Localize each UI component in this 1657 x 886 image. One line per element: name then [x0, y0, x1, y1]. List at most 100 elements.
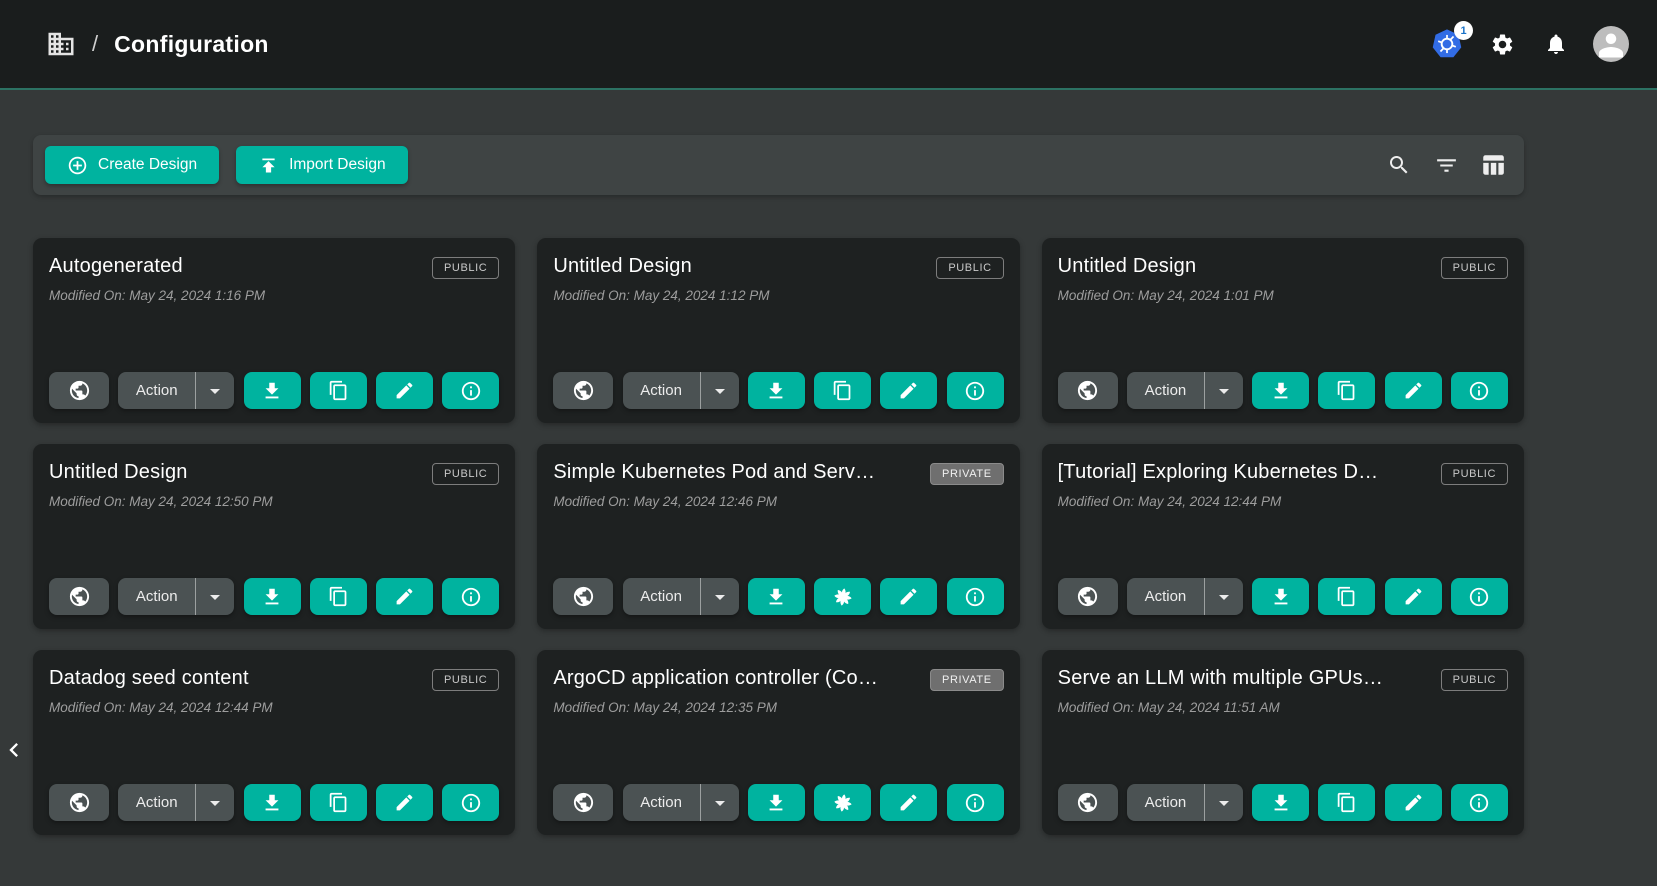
edit-button[interactable] — [376, 372, 433, 409]
fourth-action-button[interactable] — [310, 372, 367, 409]
visibility-badge[interactable]: PUBLIC — [432, 257, 499, 279]
edit-button[interactable] — [880, 372, 937, 409]
visibility-badge[interactable]: PUBLIC — [432, 463, 499, 485]
fourth-action-button[interactable] — [1318, 578, 1375, 615]
edit-button[interactable] — [1385, 372, 1442, 409]
download-button[interactable] — [1252, 578, 1309, 615]
info-icon — [964, 586, 986, 608]
visibility-globe-button[interactable] — [1058, 372, 1118, 409]
action-dropdown-toggle[interactable] — [1205, 372, 1243, 409]
info-button[interactable] — [442, 784, 499, 821]
download-button[interactable] — [1252, 372, 1309, 409]
edit-button[interactable] — [880, 578, 937, 615]
visibility-globe-button[interactable] — [1058, 784, 1118, 821]
action-dropdown-toggle[interactable] — [196, 372, 234, 409]
action-button[interactable]: Action — [623, 372, 700, 409]
action-button[interactable]: Action — [118, 784, 195, 821]
action-button[interactable]: Action — [1127, 784, 1204, 821]
visibility-badge[interactable]: PUBLIC — [432, 669, 499, 691]
action-button[interactable]: Action — [623, 578, 700, 615]
design-title: Untitled Design — [1058, 255, 1197, 278]
design-card: ArgoCD application controller (Co… PRIVA… — [537, 650, 1019, 835]
fourth-action-button[interactable] — [310, 578, 367, 615]
info-icon — [460, 586, 482, 608]
edit-button[interactable] — [1385, 784, 1442, 821]
action-dropdown-toggle[interactable] — [701, 578, 739, 615]
dropdown-arrow-icon — [708, 379, 732, 403]
info-button[interactable] — [947, 784, 1004, 821]
visibility-badge[interactable]: PRIVATE — [930, 463, 1004, 485]
visibility-globe-button[interactable] — [49, 578, 109, 615]
kubernetes-context-button[interactable]: 1 — [1429, 27, 1465, 61]
action-dropdown-toggle[interactable] — [196, 578, 234, 615]
edit-icon — [394, 586, 415, 607]
dropdown-arrow-icon — [1212, 379, 1236, 403]
download-button[interactable] — [1252, 784, 1309, 821]
action-dropdown-toggle[interactable] — [701, 784, 739, 821]
visibility-badge[interactable]: PUBLIC — [1441, 257, 1508, 279]
info-button[interactable] — [947, 372, 1004, 409]
building-icon[interactable] — [46, 29, 76, 59]
drawer-collapse-toggle[interactable] — [0, 731, 20, 769]
kubernetes-count-badge: 1 — [1454, 21, 1473, 40]
design-card: Untitled Design PUBLIC Modified On: May … — [33, 444, 515, 629]
download-button[interactable] — [748, 578, 805, 615]
visibility-globe-button[interactable] — [553, 578, 613, 615]
edit-button[interactable] — [376, 784, 433, 821]
edit-button[interactable] — [1385, 578, 1442, 615]
design-title: Untitled Design — [553, 255, 692, 278]
action-button[interactable]: Action — [1127, 372, 1204, 409]
user-avatar[interactable] — [1593, 26, 1629, 62]
fourth-action-button[interactable] — [1318, 784, 1375, 821]
search-icon[interactable] — [1384, 150, 1414, 180]
download-button[interactable] — [244, 372, 301, 409]
info-button[interactable] — [442, 578, 499, 615]
edit-button[interactable] — [880, 784, 937, 821]
fourth-action-button[interactable] — [1318, 372, 1375, 409]
import-design-label: Import Design — [289, 156, 385, 174]
fourth-action-button[interactable] — [814, 578, 871, 615]
info-button[interactable] — [947, 578, 1004, 615]
info-button[interactable] — [442, 372, 499, 409]
visibility-badge[interactable]: PUBLIC — [1441, 669, 1508, 691]
info-button[interactable] — [1451, 578, 1508, 615]
visibility-badge[interactable]: PUBLIC — [936, 257, 1003, 279]
fourth-action-button[interactable] — [814, 784, 871, 821]
info-button[interactable] — [1451, 372, 1508, 409]
table-view-icon[interactable] — [1478, 150, 1508, 180]
breadcrumb: / Configuration — [46, 29, 269, 59]
download-button[interactable] — [748, 784, 805, 821]
page-title: Configuration — [114, 31, 269, 58]
action-dropdown-toggle[interactable] — [1205, 784, 1243, 821]
fourth-action-button[interactable] — [814, 372, 871, 409]
action-button[interactable]: Action — [118, 372, 195, 409]
visibility-globe-button[interactable] — [49, 372, 109, 409]
filter-icon[interactable] — [1431, 150, 1461, 180]
download-button[interactable] — [244, 784, 301, 821]
action-button[interactable]: Action — [623, 784, 700, 821]
action-dropdown-toggle[interactable] — [196, 784, 234, 821]
clone-icon — [328, 586, 349, 607]
visibility-globe-button[interactable] — [553, 372, 613, 409]
modified-on-text: Modified On: May 24, 2024 1:12 PM — [553, 288, 1003, 303]
edit-button[interactable] — [376, 578, 433, 615]
notifications-button[interactable] — [1539, 27, 1573, 61]
action-dropdown-toggle[interactable] — [1205, 578, 1243, 615]
visibility-globe-button[interactable] — [553, 784, 613, 821]
visibility-badge[interactable]: PRIVATE — [930, 669, 1004, 691]
fourth-action-button[interactable] — [310, 784, 367, 821]
download-button[interactable] — [748, 372, 805, 409]
designs-toolbar: Create Design Import Design — [33, 135, 1524, 195]
create-design-button[interactable]: Create Design — [45, 146, 219, 184]
action-button[interactable]: Action — [118, 578, 195, 615]
visibility-globe-button[interactable] — [1058, 578, 1118, 615]
visibility-badge[interactable]: PUBLIC — [1441, 463, 1508, 485]
action-dropdown-toggle[interactable] — [701, 372, 739, 409]
visibility-globe-button[interactable] — [49, 784, 109, 821]
modified-on-text: Modified On: May 24, 2024 12:50 PM — [49, 494, 499, 509]
action-button[interactable]: Action — [1127, 578, 1204, 615]
import-design-button[interactable]: Import Design — [236, 146, 407, 184]
download-button[interactable] — [244, 578, 301, 615]
info-button[interactable] — [1451, 784, 1508, 821]
settings-button[interactable] — [1485, 27, 1519, 61]
